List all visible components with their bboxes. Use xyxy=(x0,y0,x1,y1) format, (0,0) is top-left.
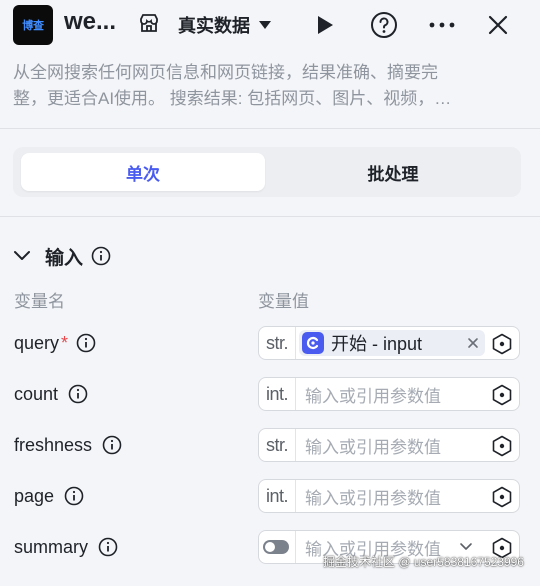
info-icon[interactable] xyxy=(64,486,84,506)
info-icon[interactable] xyxy=(76,333,96,353)
param-summary-label: summary xyxy=(14,530,118,564)
param-count-label: count xyxy=(14,377,88,411)
tab-single[interactable]: 单次 xyxy=(21,153,265,191)
description-line: 整，更适合AI使用。 搜索结果: 包括网页、图片、视频，… xyxy=(13,89,452,108)
node-title[interactable]: we... xyxy=(64,8,116,36)
tab-batch[interactable]: 批处理 xyxy=(271,153,515,191)
column-header-name: 变量名 xyxy=(14,292,65,311)
info-icon[interactable] xyxy=(91,246,111,266)
help-icon xyxy=(371,12,397,38)
count-value-field[interactable]: int. 输入或引用参数值 xyxy=(258,377,520,411)
type-tag: int. xyxy=(259,480,296,512)
column-header-value: 变量值 xyxy=(258,292,309,311)
type-tag: int. xyxy=(259,378,296,410)
environment-dropdown[interactable]: 真实数据 xyxy=(178,10,272,40)
required-marker: * xyxy=(61,332,69,353)
type-tag: str. xyxy=(259,429,296,461)
mode-segmented-control: 单次 批处理 xyxy=(13,147,521,197)
variable-reference-icon[interactable] xyxy=(491,435,513,457)
start-node-icon xyxy=(302,332,324,354)
param-name: freshness xyxy=(14,434,93,455)
query-value-field[interactable]: str. 开始 - input xyxy=(258,326,520,360)
type-tag: str. xyxy=(259,327,296,359)
help-button[interactable] xyxy=(367,8,401,42)
chevron-down-icon[interactable] xyxy=(13,250,31,262)
description-line: 从全网搜索任何网页信息和网页链接，结果准确、摘要完 xyxy=(13,63,438,82)
remove-reference-icon[interactable] xyxy=(467,332,479,354)
chip-label: 开始 - input xyxy=(331,334,423,354)
param-name: count xyxy=(14,383,59,404)
caret-down-icon xyxy=(259,21,271,29)
param-freshness-label: freshness xyxy=(14,428,122,462)
more-button[interactable] xyxy=(425,8,459,42)
play-icon xyxy=(318,16,333,34)
param-page-label: page xyxy=(14,479,84,513)
variable-reference-icon[interactable] xyxy=(491,486,513,508)
info-icon[interactable] xyxy=(102,435,122,455)
store-icon[interactable] xyxy=(138,12,160,39)
info-icon[interactable] xyxy=(98,537,118,557)
value-input-placeholder[interactable]: 输入或引用参数值 xyxy=(305,480,441,512)
info-icon[interactable] xyxy=(68,384,88,404)
param-query-label: query * xyxy=(14,326,96,360)
value-input-placeholder[interactable]: 输入或引用参数值 xyxy=(305,429,441,461)
divider xyxy=(0,216,540,217)
node-header: 博查 we... 真实数据 从全网搜索任何网页信息和网页链接，结果准确、摘要完 xyxy=(0,0,540,129)
close-button[interactable] xyxy=(481,8,515,42)
more-icon xyxy=(429,22,455,28)
variable-reference-chip[interactable]: 开始 - input xyxy=(299,330,485,356)
node-description: 从全网搜索任何网页信息和网页链接，结果准确、摘要完 整，更适合AI使用。 搜索结… xyxy=(13,60,511,112)
boolean-toggle-icon xyxy=(263,540,289,554)
input-section-title: 输入 xyxy=(45,247,84,269)
type-tag-boolean xyxy=(259,531,296,563)
input-section-header[interactable]: 输入 xyxy=(13,241,111,271)
plugin-logo: 博查 xyxy=(13,5,53,45)
value-input-placeholder[interactable]: 输入或引用参数值 xyxy=(305,378,441,410)
freshness-value-field[interactable]: str. 输入或引用参数值 xyxy=(258,428,520,462)
close-icon xyxy=(488,15,508,35)
page-value-field[interactable]: int. 输入或引用参数值 xyxy=(258,479,520,513)
param-name: page xyxy=(14,485,55,506)
variable-reference-icon[interactable] xyxy=(491,333,513,355)
variable-reference-icon[interactable] xyxy=(491,384,513,406)
chevron-down-icon[interactable] xyxy=(459,540,473,554)
param-name: summary xyxy=(14,536,89,557)
watermark: 掘金技术社区 @ user5838167523996 xyxy=(323,555,524,569)
environment-label: 真实数据 xyxy=(178,16,250,36)
logo-text: 博查 xyxy=(22,20,44,32)
run-button[interactable] xyxy=(308,8,342,42)
param-name: query xyxy=(14,332,60,353)
